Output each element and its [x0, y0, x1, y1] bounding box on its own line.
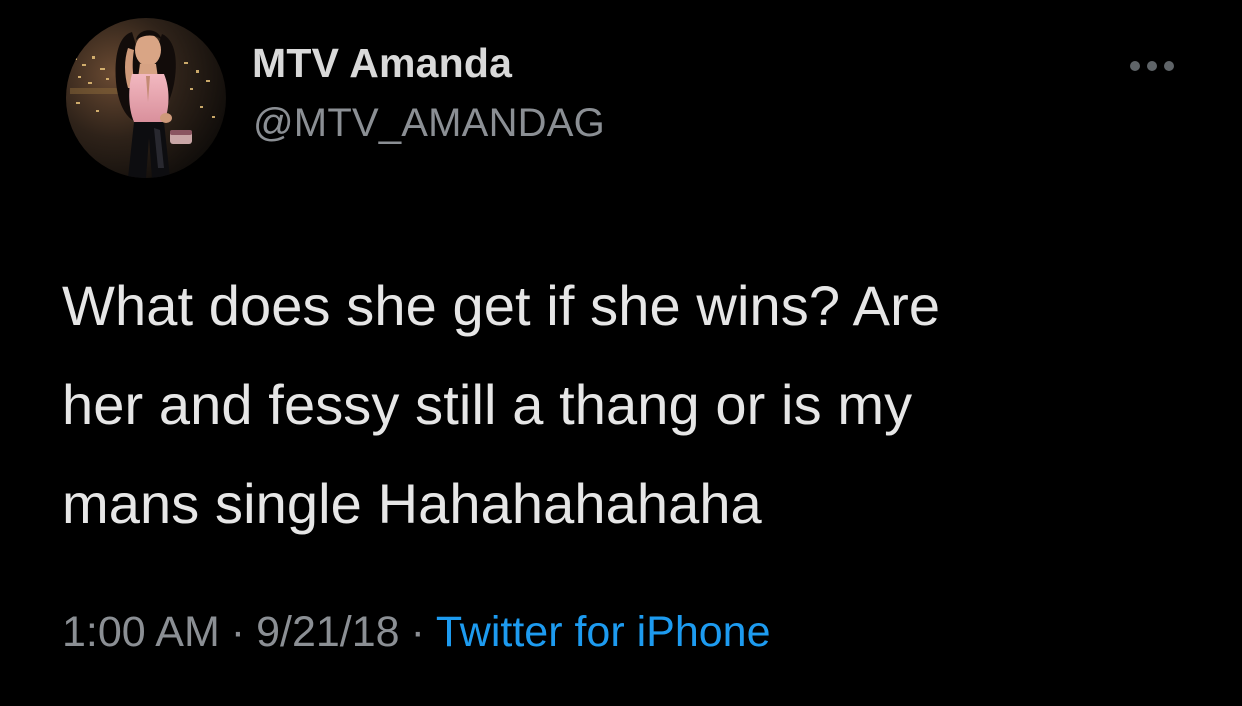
meta-separator: ·	[410, 608, 425, 656]
tweet-meta: 1:00 AM · 9/21/18 · Twitter for iPhone	[62, 608, 770, 657]
more-dot	[1130, 61, 1140, 71]
tweet-card: MTV Amanda @MTV_AMANDAG What does she ge…	[0, 0, 1242, 706]
avatar-image	[66, 18, 226, 178]
more-dot	[1147, 61, 1157, 71]
avatar[interactable]	[66, 18, 226, 178]
tweet-date[interactable]: 9/21/18	[256, 608, 399, 656]
more-dot	[1164, 61, 1174, 71]
author-handle[interactable]: @MTV_AMANDAG	[253, 101, 605, 146]
tweet-text-line: mans single Hahahahahaha	[62, 472, 762, 535]
tweet-text: What does she get if she wins? Are her a…	[62, 256, 1202, 553]
tweet-time[interactable]: 1:00 AM	[62, 608, 220, 656]
tweet-source-link[interactable]: Twitter for iPhone	[436, 608, 771, 656]
author-display-name[interactable]: MTV Amanda	[252, 40, 512, 87]
tweet-text-line: What does she get if she wins? Are	[62, 274, 941, 337]
tweet-text-line: her and fessy still a thang or is my	[62, 373, 913, 436]
meta-separator: ·	[230, 608, 246, 656]
more-options-icon[interactable]	[1128, 52, 1178, 82]
